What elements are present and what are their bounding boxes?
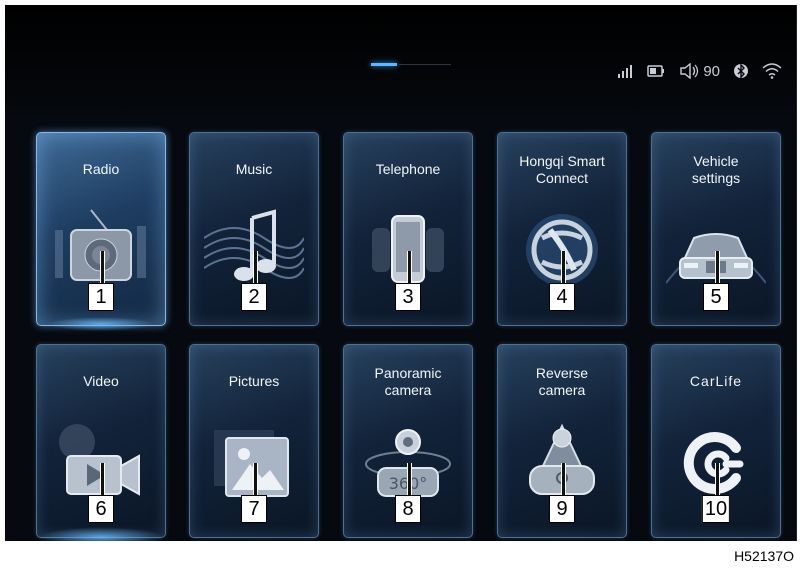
tile-panoramic-camera[interactable]: Panoramic camera 360° 8 [343, 344, 473, 538]
callout-number: 8 [395, 495, 421, 523]
callout-number: 4 [549, 283, 575, 311]
tile-label: Telephone [375, 161, 441, 177]
figure-code: H52137O [734, 548, 794, 564]
speaker-icon [679, 63, 699, 79]
selection-glow [47, 317, 155, 331]
callout-number: 6 [88, 495, 114, 523]
tile-vehicle-settings[interactable]: Vehicle settings 5 [651, 132, 781, 326]
page-indicator [371, 63, 451, 66]
tile-label: Video [83, 373, 119, 389]
callout-number: 1 [88, 283, 114, 311]
tile-music[interactable]: Music 2 [189, 132, 319, 326]
callout-number: 2 [241, 283, 267, 311]
tile-label: Pictures [228, 373, 280, 389]
tile-carlife[interactable]: CarLife 10 [651, 344, 781, 538]
page-indicator-active [371, 63, 397, 66]
callout-number: 5 [703, 283, 729, 311]
tile-hongqi-smart-connect[interactable]: Hongqi Smart Connect 4 [497, 132, 627, 326]
page-indicator-inactive [399, 64, 451, 65]
tile-label: Music [235, 161, 273, 177]
bluetooth-icon [734, 62, 748, 80]
tile-label: Panoramic camera [374, 365, 442, 398]
signal-icon [617, 64, 633, 78]
callout-number: 10 [701, 495, 731, 523]
callout-number: 3 [395, 283, 421, 311]
tile-radio[interactable]: Radio 1 [36, 132, 166, 331]
tile-glow [37, 527, 165, 541]
tile-label: Hongqi Smart Connect [519, 153, 605, 186]
tile-telephone[interactable]: Telephone 3 [343, 132, 473, 326]
volume-level: 90 [703, 62, 720, 80]
callout-number: 9 [549, 495, 575, 523]
status-bar: 90 [617, 57, 782, 85]
callout-number: 7 [241, 495, 267, 523]
battery-icon [647, 65, 665, 77]
head-unit-screen: 90 Radio 1 Music 2 Telephone 3 Hongqi Sm… [5, 5, 797, 541]
tile-video[interactable]: Video 6 [36, 344, 166, 541]
wifi-icon [762, 63, 782, 79]
volume-indicator[interactable]: 90 [679, 63, 720, 80]
tile-label: Radio [82, 161, 120, 177]
tile-label: Vehicle settings [691, 153, 741, 186]
tile-reverse-camera[interactable]: Reverse camera 9 [497, 344, 627, 538]
tile-label: CarLife [689, 373, 743, 389]
tile-pictures[interactable]: Pictures 7 [189, 344, 319, 538]
tile-label: Reverse camera [535, 365, 589, 398]
